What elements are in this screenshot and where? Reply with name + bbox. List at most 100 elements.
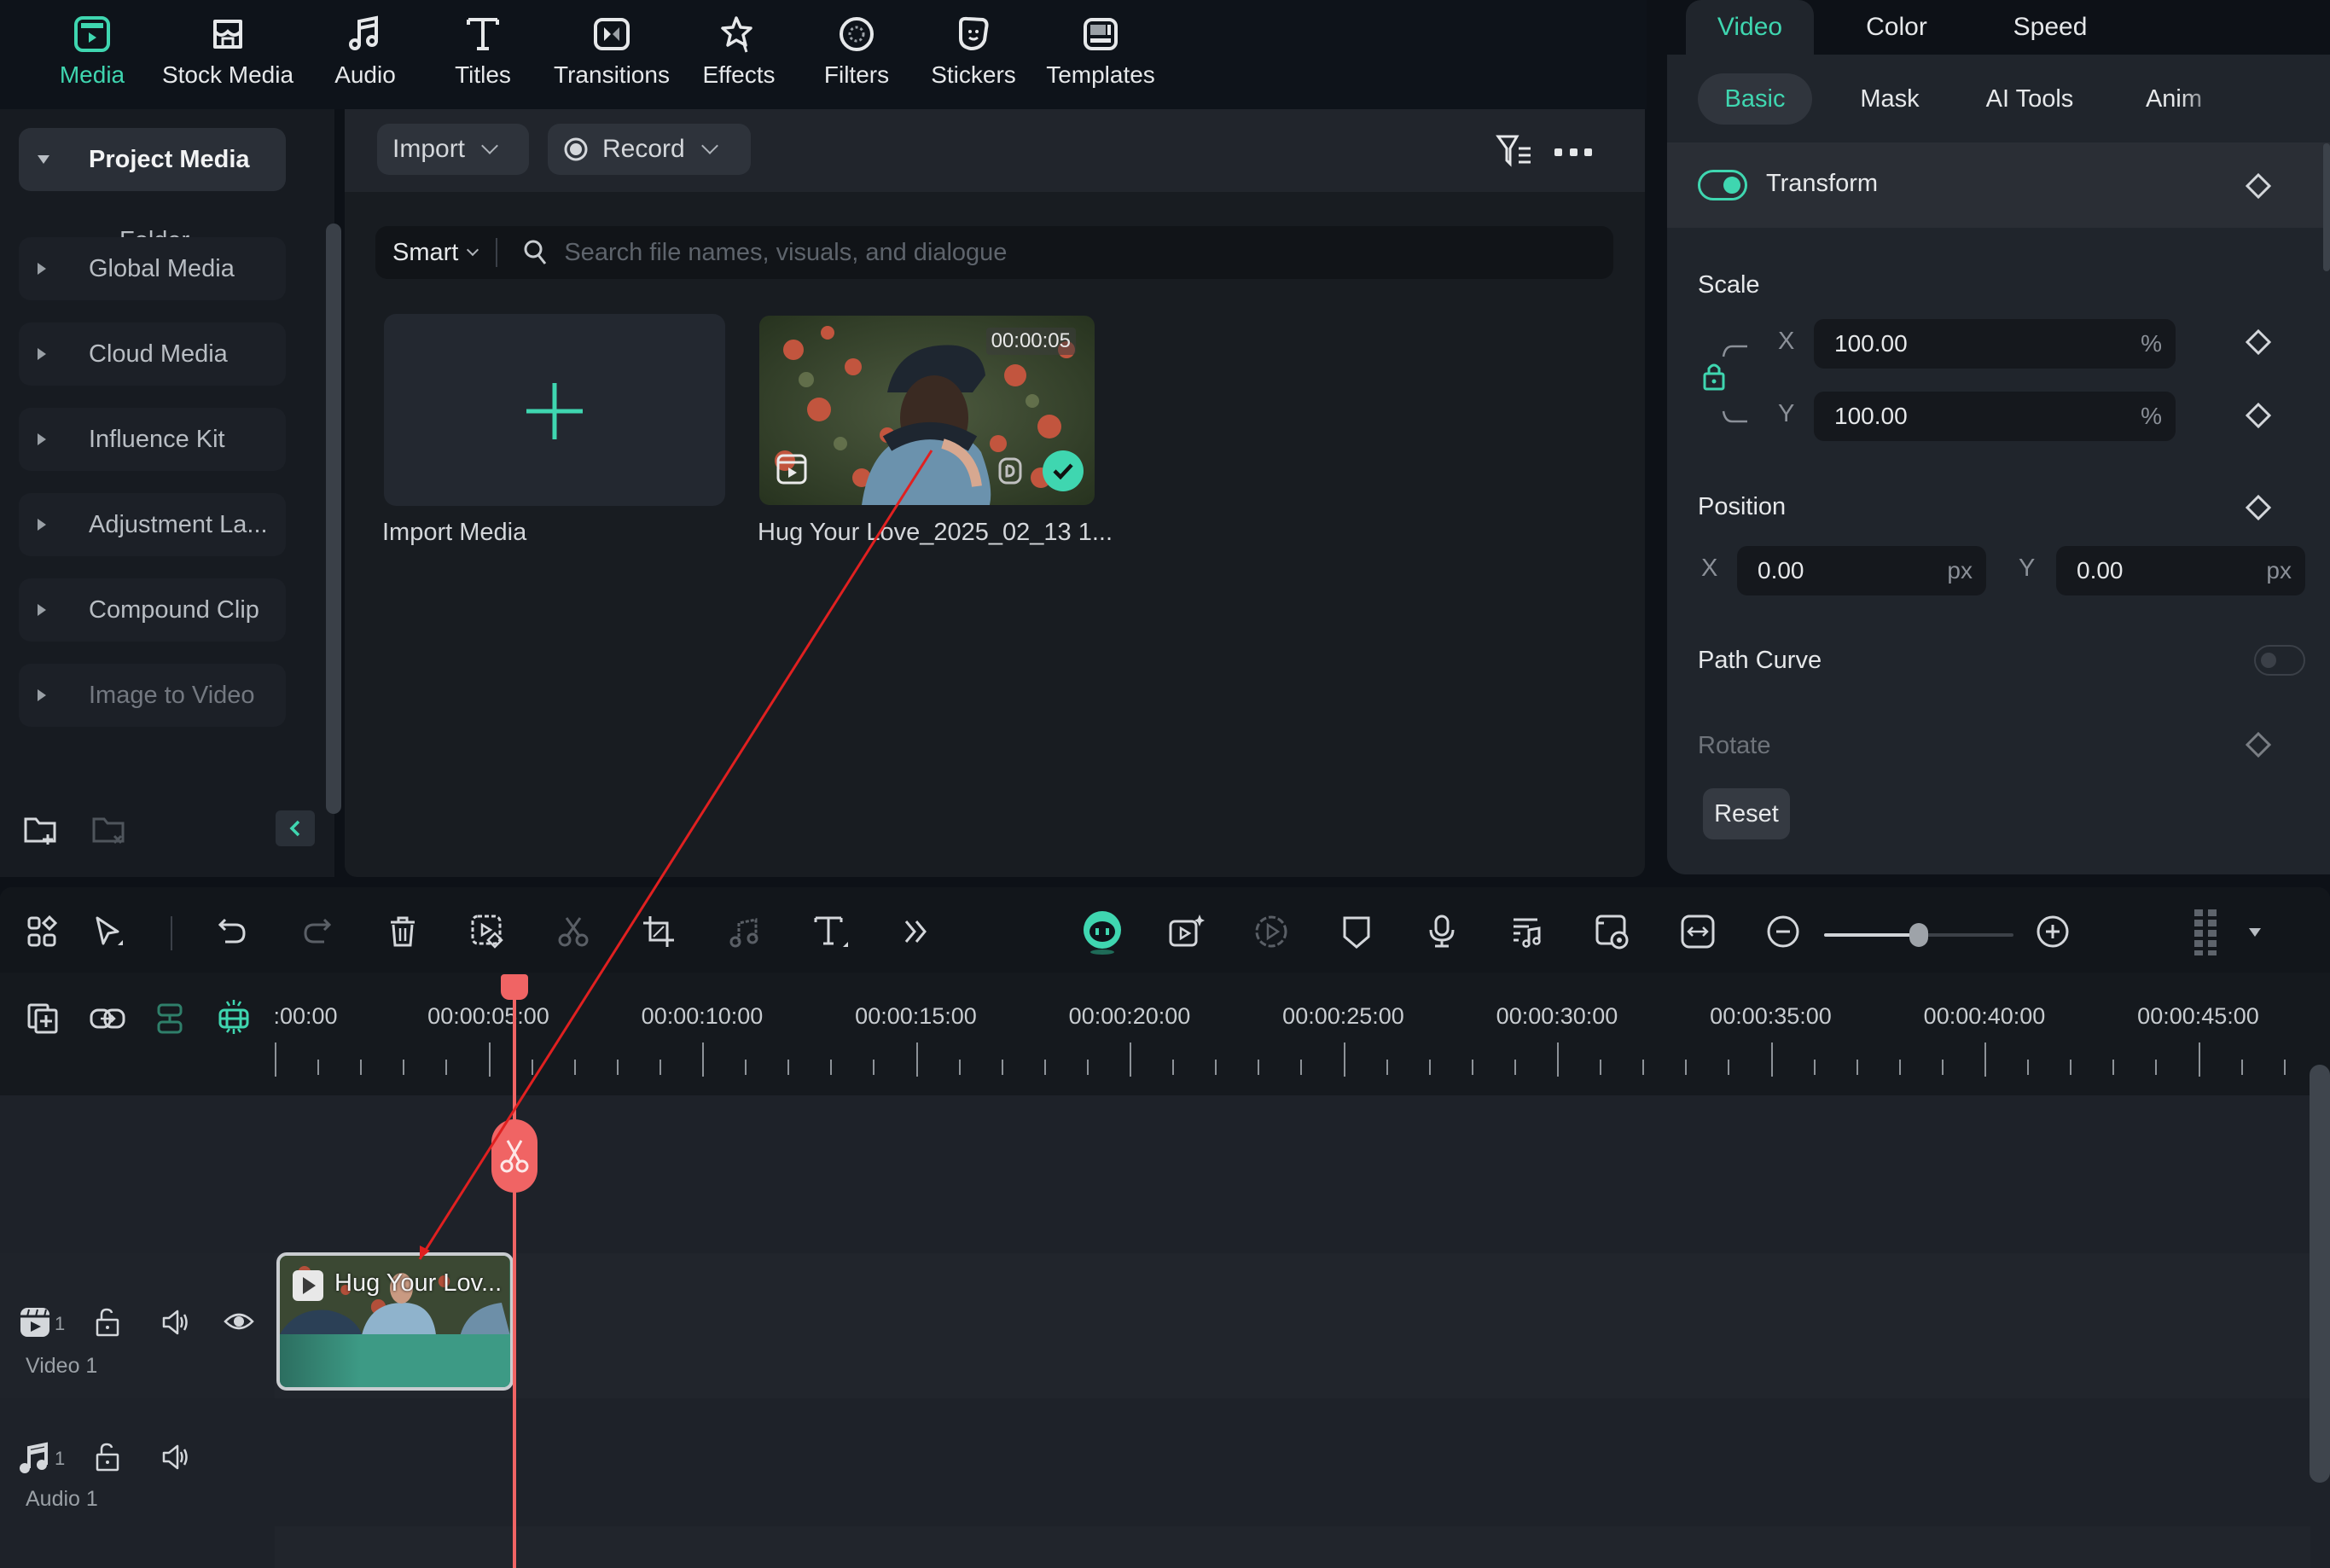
- caret-down-icon[interactable]: [2249, 928, 2261, 937]
- nav-effects[interactable]: Effects: [696, 0, 782, 109]
- tab-video[interactable]: Video: [1686, 0, 1814, 55]
- lock-icon[interactable]: [1701, 360, 1727, 392]
- ai-mascot-icon[interactable]: [1080, 908, 1124, 955]
- keyframe-diamond-icon[interactable]: [2246, 732, 2271, 758]
- import-media-tile[interactable]: [384, 314, 725, 506]
- play-circle-icon[interactable]: [1251, 911, 1292, 952]
- ruler-minor-tick: [1514, 1060, 1516, 1075]
- delete-icon[interactable]: [382, 911, 423, 952]
- crop-icon[interactable]: [638, 911, 679, 952]
- scale-x-field[interactable]: 100.00 %: [1814, 319, 2176, 369]
- keyframe-diamond-icon[interactable]: [2246, 403, 2271, 428]
- reset-button[interactable]: Reset: [1703, 788, 1790, 839]
- timeline-scrollbar[interactable]: [2310, 1065, 2330, 1483]
- sidebar-item-global-media[interactable]: Global Media: [19, 237, 286, 300]
- tracks-area[interactable]: Hug Your Lov...: [275, 1095, 2310, 1568]
- record-label: Record: [602, 135, 685, 163]
- sidebar-item-image-to-video[interactable]: Image to Video: [19, 664, 286, 727]
- microphone-icon[interactable]: [1421, 911, 1462, 952]
- subtab-animation[interactable]: Anim: [2114, 73, 2234, 125]
- ruler-minor-tick: [1386, 1060, 1388, 1075]
- redo-icon[interactable]: [297, 911, 338, 952]
- shield-marker-icon[interactable]: [1336, 911, 1377, 952]
- nav-templates[interactable]: Templates: [1037, 0, 1164, 109]
- scale-y-unit: %: [2141, 403, 2162, 429]
- position-x-field[interactable]: 0.00 px: [1737, 546, 1986, 595]
- audio-detach-icon[interactable]: [723, 911, 764, 952]
- speaker-icon[interactable]: [160, 1308, 191, 1337]
- position-y-unit: px: [2266, 557, 2292, 584]
- magnetic-track-icon[interactable]: [150, 998, 191, 1039]
- sidebar-item-compound-clip[interactable]: Compound Clip: [19, 578, 286, 642]
- path-curve-toggle[interactable]: [2254, 645, 2305, 676]
- playhead-line[interactable]: [512, 996, 516, 1568]
- record-dropdown[interactable]: Record: [548, 124, 751, 175]
- timeline-clip[interactable]: Hug Your Lov...: [276, 1252, 514, 1391]
- undo-icon[interactable]: [212, 911, 253, 952]
- ruler-minor-tick: [1258, 1060, 1260, 1075]
- position-y-field[interactable]: 0.00 px: [2056, 546, 2305, 595]
- empty-track-area: [0, 1095, 275, 1253]
- scissors-icon[interactable]: [553, 911, 594, 952]
- unlock-icon[interactable]: [94, 1443, 121, 1472]
- audio-mix-icon[interactable]: [1507, 911, 1548, 952]
- nav-stock-media[interactable]: Stock Media: [155, 0, 300, 109]
- sidebar-item-cloud-media[interactable]: Cloud Media: [19, 322, 286, 386]
- more-chevrons-icon[interactable]: [896, 911, 937, 952]
- camera-ai-icon[interactable]: [1165, 911, 1206, 952]
- ruler-minor-tick: [1471, 1060, 1473, 1075]
- link-clip-icon[interactable]: [87, 998, 128, 1039]
- grid-view-icon[interactable]: [2186, 904, 2227, 959]
- subtab-mask[interactable]: Mask: [1834, 73, 1945, 125]
- zoom-in-icon[interactable]: [2032, 911, 2073, 952]
- keyframe-diamond-icon[interactable]: [2246, 329, 2271, 355]
- split-button[interactable]: [491, 1119, 537, 1193]
- nav-filters[interactable]: Filters: [814, 0, 899, 109]
- snap-icon[interactable]: [213, 996, 254, 1037]
- folder-delete-icon[interactable]: [92, 816, 126, 846]
- tab-color[interactable]: Color: [1833, 0, 1961, 55]
- fit-width-icon[interactable]: [1677, 911, 1718, 952]
- subtab-ai-tools[interactable]: AI Tools: [1957, 73, 2102, 125]
- track-headers: 1 Video 1 1 Audio 1: [0, 1095, 275, 1568]
- layout-grid-icon[interactable]: [22, 911, 63, 952]
- sidebar-scrollbar[interactable]: [326, 224, 341, 814]
- text-icon[interactable]: [811, 911, 851, 952]
- subtab-basic[interactable]: Basic: [1698, 73, 1812, 125]
- sidebar-item-influence-kit[interactable]: Influence Kit: [19, 408, 286, 471]
- transform-toggle[interactable]: [1698, 170, 1747, 200]
- nav-titles[interactable]: Titles: [440, 0, 526, 109]
- filter-sort-icon[interactable]: [1495, 131, 1534, 171]
- crop-detect-icon[interactable]: [468, 911, 508, 952]
- more-options-icon[interactable]: [1554, 135, 1592, 169]
- nav-audio[interactable]: Audio: [322, 0, 408, 109]
- eye-icon[interactable]: [224, 1310, 254, 1333]
- properties-scrollbar[interactable]: [2323, 143, 2330, 271]
- select-arrow-icon[interactable]: [89, 911, 130, 952]
- record-icon: [564, 137, 588, 161]
- media-clip-thumbnail[interactable]: 00:00:05: [759, 316, 1095, 505]
- nav-stickers[interactable]: Stickers: [928, 0, 1019, 109]
- tab-speed[interactable]: Speed: [1986, 0, 2114, 55]
- time-ruler[interactable]: :00:00 00:00:05:00 00:00:10:00 00:00:15:00 0…: [0, 973, 2330, 1095]
- search-input[interactable]: [564, 238, 1613, 267]
- sidebar-item-adjustment-layer[interactable]: Adjustment La...: [19, 493, 286, 556]
- scale-y-field[interactable]: 100.00 %: [1814, 392, 2176, 441]
- zoom-out-icon[interactable]: [1763, 911, 1804, 952]
- nav-transitions[interactable]: Transitions: [548, 0, 676, 109]
- nav-media[interactable]: Media: [49, 0, 135, 109]
- speaker-icon[interactable]: [160, 1443, 191, 1472]
- rotate-label: Rotate: [1698, 732, 1771, 759]
- add-track-icon[interactable]: [22, 998, 63, 1039]
- keyframe-diamond-icon[interactable]: [2246, 173, 2271, 199]
- unlock-icon[interactable]: [94, 1308, 121, 1337]
- keyframe-diamond-icon[interactable]: [2246, 495, 2271, 520]
- zoom-slider-handle[interactable]: [1909, 923, 1928, 947]
- collapse-sidebar-button[interactable]: [276, 810, 315, 846]
- snapshot-icon[interactable]: [1592, 911, 1633, 952]
- zoom-slider[interactable]: [1824, 923, 2013, 947]
- import-dropdown[interactable]: Import: [377, 124, 529, 175]
- sidebar-item-project-media[interactable]: Project Media: [19, 128, 286, 191]
- smart-search-dropdown[interactable]: Smart: [392, 239, 479, 267]
- folder-add-icon[interactable]: [24, 816, 58, 846]
